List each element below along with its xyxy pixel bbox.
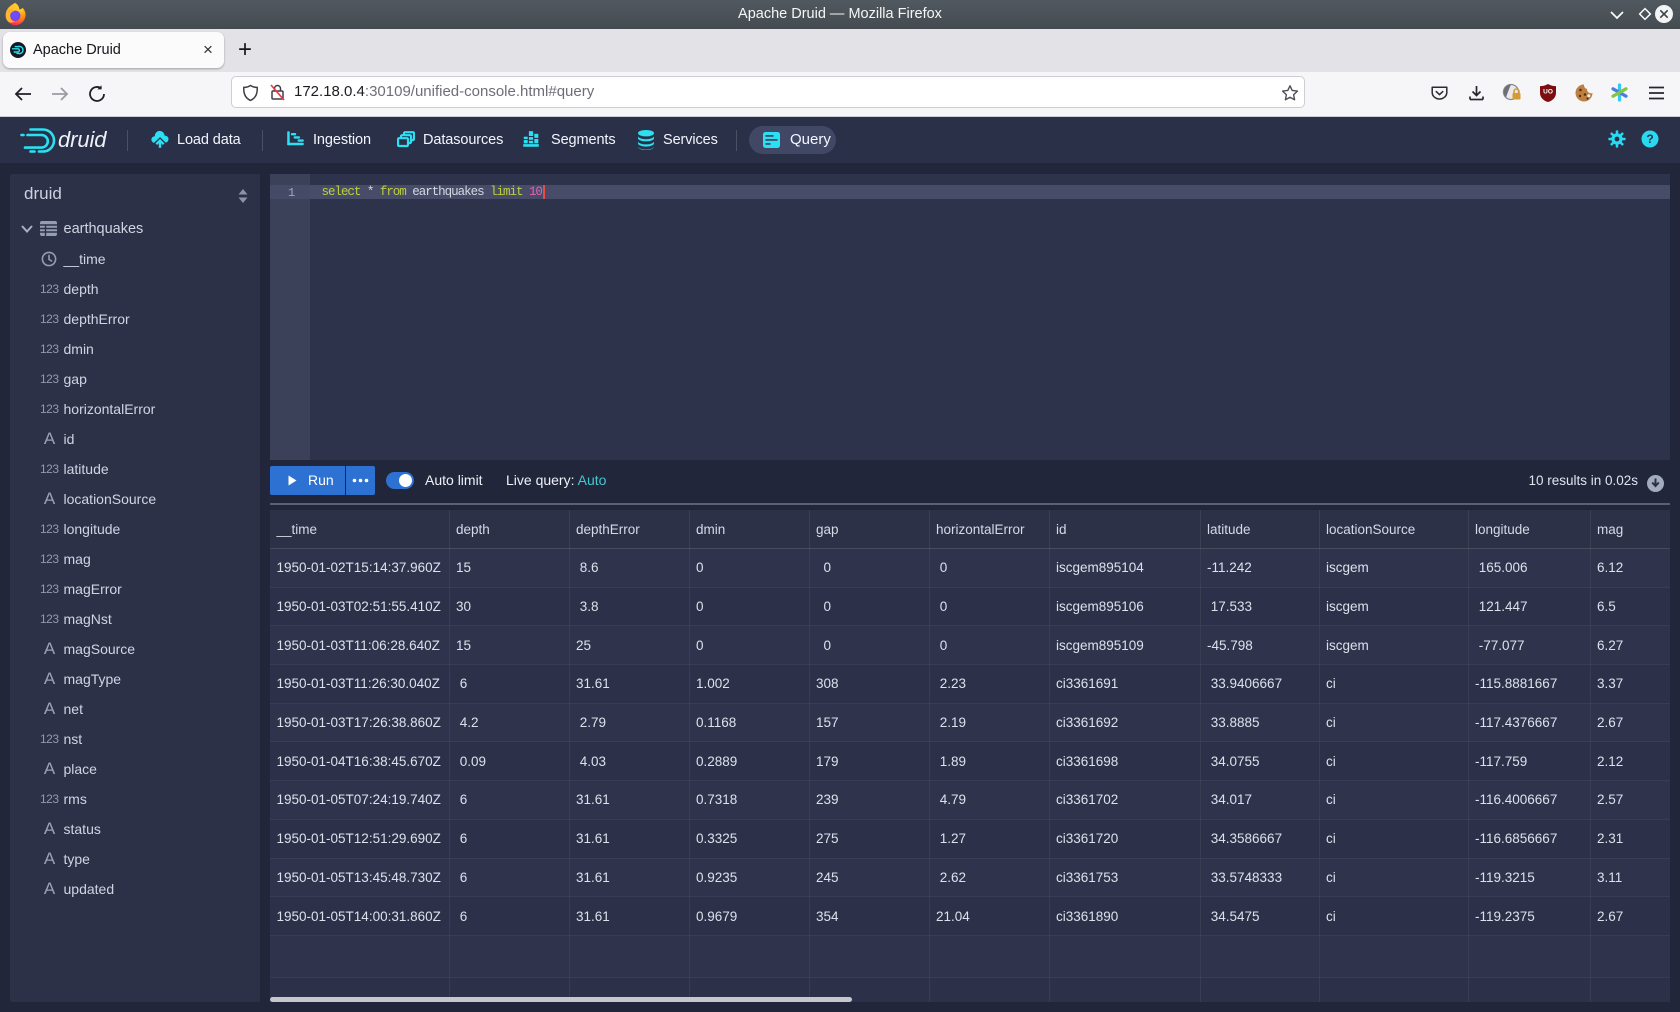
svg-text:?: ? [1646, 132, 1653, 146]
svg-text:UO: UO [1543, 89, 1553, 96]
